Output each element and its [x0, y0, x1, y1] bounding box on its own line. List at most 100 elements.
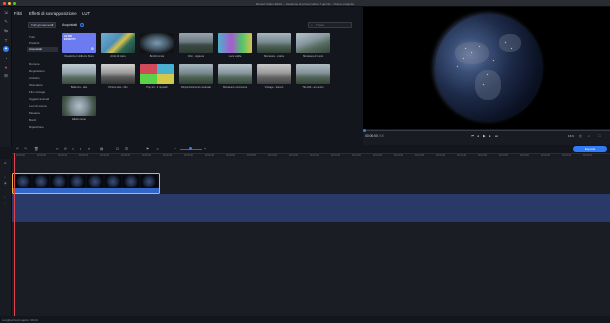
export-button[interactable]: Esporta	[573, 145, 607, 152]
volume-icon[interactable]: ♪	[588, 134, 590, 138]
category-item[interactable]: Mosaico	[29, 111, 40, 115]
lock-track-icon[interactable]: ⌂	[4, 175, 6, 179]
preview-scrubber[interactable]	[363, 129, 610, 132]
tab-effetti-sovrapposizione[interactable]: Effetti di sovrapposizione	[29, 11, 77, 16]
category-item-selected[interactable]: Acquistati	[27, 47, 58, 52]
aspect-ratio-selector[interactable]: 16:9	[568, 134, 574, 138]
delete-icon[interactable]: 🗑	[34, 147, 39, 151]
step-back-icon[interactable]: ◂	[477, 134, 479, 138]
category-item[interactable]: Regolazioni	[29, 69, 45, 73]
category-item[interactable]: Bordi	[29, 118, 36, 122]
project-length: Lunghezza progetto: 00:24	[2, 318, 38, 322]
timecode: 00:00:00.000	[365, 134, 385, 138]
redo-icon[interactable]: ↷	[24, 147, 27, 151]
effect-label: Sfocatura - colore	[263, 55, 285, 58]
effects-section-title: Acquistati	[62, 22, 78, 27]
category-item[interactable]: Luci di scena	[29, 104, 47, 108]
play-icon[interactable]: ▶	[483, 134, 486, 138]
snapshot-icon[interactable]: ⎙	[579, 134, 582, 138]
effect-thumb[interactable]	[62, 64, 96, 84]
effect-thumb[interactable]	[218, 64, 252, 84]
ruler-tick: 00:01:35	[415, 155, 424, 157]
more-effects-tile[interactable]: ALTRI EFFETTI ⊕	[62, 33, 96, 53]
import-icon[interactable]: ⇲	[3, 10, 9, 16]
skip-forward-icon[interactable]: ⏭	[495, 134, 498, 138]
track-gutter: ⊕ ⌂ ◉ ♪ ◌	[0, 159, 12, 316]
skip-back-icon[interactable]: ⏮	[471, 134, 474, 138]
ruler-tick: 00:00:40	[184, 155, 193, 157]
effects-header: Acquistati i ⌕ Trova	[62, 20, 362, 30]
earth-globe-image	[435, 14, 543, 122]
zoom-out-icon[interactable]: −	[174, 147, 176, 151]
video-preview[interactable]	[363, 7, 610, 129]
effect-thumb[interactable]	[179, 33, 213, 53]
effect-thumb[interactable]	[296, 64, 330, 84]
zoom-in-icon[interactable]: +	[204, 147, 206, 151]
title-bar: Movavi Video Editor – Sessione di prova …	[0, 0, 610, 7]
effect-thumb[interactable]	[140, 33, 174, 53]
search-input[interactable]: ⌕ Trova	[308, 22, 352, 28]
category-item[interactable]: Film vintage	[29, 90, 45, 94]
effect-track[interactable]	[12, 194, 610, 222]
effect-thumb[interactable]	[179, 64, 213, 84]
ruler-tick: 00:01:45	[457, 155, 466, 157]
ruler-tick: 00:00:25	[121, 155, 130, 157]
category-item[interactable]: Ripetizione	[29, 125, 44, 129]
effect-thumb[interactable]	[101, 64, 135, 84]
effect-thumb[interactable]	[296, 33, 330, 53]
rotate-icon[interactable]: ⟳	[64, 147, 67, 151]
category-item[interactable]: Oggetti animati	[29, 97, 49, 101]
stickers-icon[interactable]: ◔	[3, 55, 9, 61]
effect-thumb[interactable]	[62, 96, 96, 116]
effect-thumb[interactable]	[218, 33, 252, 53]
insert-icon[interactable]: ▤	[100, 147, 103, 151]
settings-icon[interactable]: ☰	[125, 147, 128, 151]
crop-icon[interactable]: ⌗	[72, 147, 74, 151]
effect-thumb[interactable]	[101, 33, 135, 53]
fullscreen-icon[interactable]: ⛶	[598, 134, 600, 138]
category-item[interactable]: Preferiti	[29, 41, 39, 45]
marker-icon[interactable]: ⚑	[146, 147, 149, 151]
more-tools-icon[interactable]: ⊞	[3, 73, 9, 79]
properties-icon[interactable]: ≡	[88, 147, 90, 151]
effect-label: Effetto lente	[72, 118, 86, 121]
effect-thumb[interactable]	[140, 64, 174, 84]
record-audio-icon[interactable]: ⊡	[116, 147, 119, 151]
ruler-tick: 00:01:50	[478, 155, 487, 157]
effect-thumb[interactable]	[257, 33, 291, 53]
category-item[interactable]: Tutti	[29, 35, 35, 39]
effect-label: Tilt-shift - al centro	[302, 86, 324, 89]
record-icon[interactable]: ●	[3, 64, 9, 70]
mute-audio-icon[interactable]: ◌	[4, 201, 6, 205]
audio-track-icon[interactable]: ♪	[4, 195, 6, 199]
category-item[interactable]: Sfumature	[29, 83, 43, 87]
video-clip[interactable]	[12, 173, 160, 194]
ruler-tick: 00:00:55	[247, 155, 256, 157]
titles-icon[interactable]: T	[3, 37, 9, 43]
effect-label: Bellezza - alto	[70, 86, 88, 89]
add-track-icon[interactable]: ⊕	[4, 161, 7, 165]
category-item[interactable]: Artistico	[29, 76, 40, 80]
tab-filtri[interactable]: Filtri	[14, 11, 22, 16]
category-item[interactable]: Rumore	[29, 62, 40, 66]
window-title: Movavi Video Editor – Sessione di prova …	[255, 1, 355, 6]
effects-icon[interactable]: ✦	[3, 46, 9, 52]
audio-icon[interactable]: ♫	[156, 147, 159, 151]
category-dropdown[interactable]: Tutti gli elementi ▾	[28, 22, 56, 28]
zoom-slider-knob[interactable]	[189, 147, 192, 150]
scrubber-knob[interactable]	[363, 129, 366, 132]
step-forward-icon[interactable]: ▸	[489, 134, 491, 138]
tab-lut[interactable]: LUT	[82, 11, 90, 16]
color-adjust-icon[interactable]: ◐	[80, 147, 82, 151]
ruler-tick: 00:01:15	[331, 155, 340, 157]
undo-icon[interactable]: ↶	[16, 147, 19, 151]
ruler-tick: 00:01:00	[268, 155, 277, 157]
transitions-icon[interactable]: ⇆	[3, 28, 9, 34]
timeline-tracks[interactable]: ⊕ ⌂ ◉ ♪ ◌	[0, 153, 610, 316]
effect-thumb[interactable]	[257, 64, 291, 84]
info-icon[interactable]: i	[80, 22, 84, 27]
mute-track-icon[interactable]: ◉	[4, 181, 7, 185]
playhead[interactable]	[14, 153, 15, 316]
filters-icon[interactable]: ✎	[3, 19, 9, 25]
cut-icon[interactable]: ✂	[56, 147, 59, 151]
